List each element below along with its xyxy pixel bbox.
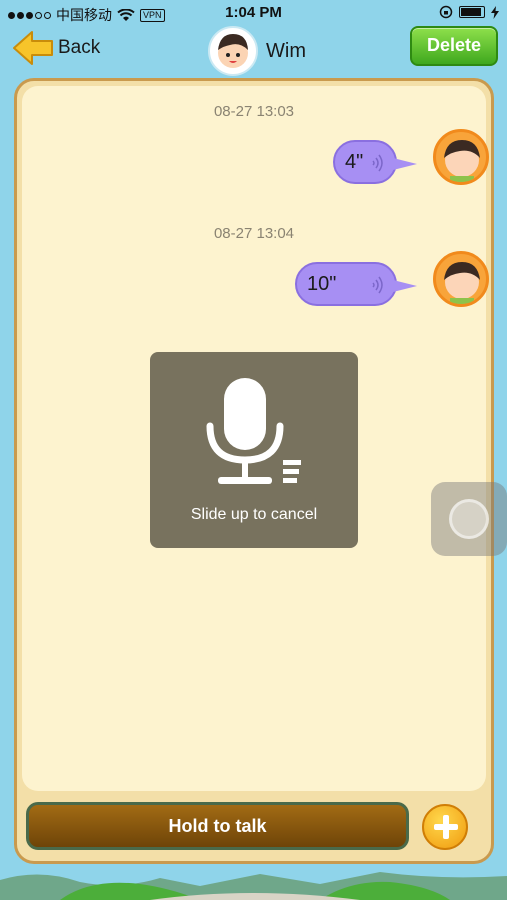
status-bar: 中国移动 VPN 1:04 PM bbox=[0, 0, 507, 26]
voice-message-bubble[interactable]: 10" bbox=[295, 262, 417, 306]
delete-button[interactable]: Delete bbox=[410, 26, 498, 66]
message-timestamp: 08-27 13:03 bbox=[213, 103, 295, 120]
recording-overlay: Slide up to cancel bbox=[150, 352, 358, 548]
contact-header: Wim bbox=[208, 26, 306, 76]
message-timestamp: 08-27 13:04 bbox=[213, 225, 295, 242]
user-avatar-icon bbox=[444, 262, 480, 304]
contact-name: Wim bbox=[266, 39, 306, 62]
hold-to-talk-button[interactable]: Hold to talk bbox=[26, 802, 409, 850]
voice-wave-icon bbox=[372, 154, 383, 172]
nav-bar: Back Wim Delete bbox=[0, 26, 507, 78]
bubble-tail bbox=[393, 280, 417, 292]
cancel-hint: Slide up to cancel bbox=[190, 506, 318, 523]
battery-icon bbox=[459, 6, 485, 18]
back-button[interactable]: Back bbox=[12, 30, 100, 66]
voice-duration: 4" bbox=[345, 150, 364, 173]
voice-duration: 10" bbox=[307, 272, 337, 295]
avatar[interactable] bbox=[433, 129, 489, 185]
back-arrow-icon bbox=[13, 31, 53, 65]
assistive-touch-button[interactable] bbox=[431, 482, 507, 556]
avatar[interactable] bbox=[433, 251, 489, 307]
microphone-icon bbox=[206, 378, 301, 484]
charging-icon bbox=[491, 5, 499, 19]
user-avatar-icon bbox=[444, 140, 480, 182]
bubble-tail bbox=[393, 158, 417, 170]
plus-icon[interactable] bbox=[422, 804, 468, 850]
voice-wave-icon bbox=[372, 276, 383, 294]
rotation-lock-icon bbox=[439, 5, 453, 19]
boy-avatar-icon bbox=[218, 34, 248, 68]
assistive-touch-icon bbox=[449, 499, 489, 539]
back-label: Back bbox=[58, 37, 101, 58]
avatar bbox=[208, 26, 258, 76]
voice-message-bubble[interactable]: 4" bbox=[333, 140, 417, 184]
status-right bbox=[439, 5, 499, 19]
status-time: 1:04 PM bbox=[225, 4, 282, 21]
landscape-decoration bbox=[0, 872, 507, 900]
